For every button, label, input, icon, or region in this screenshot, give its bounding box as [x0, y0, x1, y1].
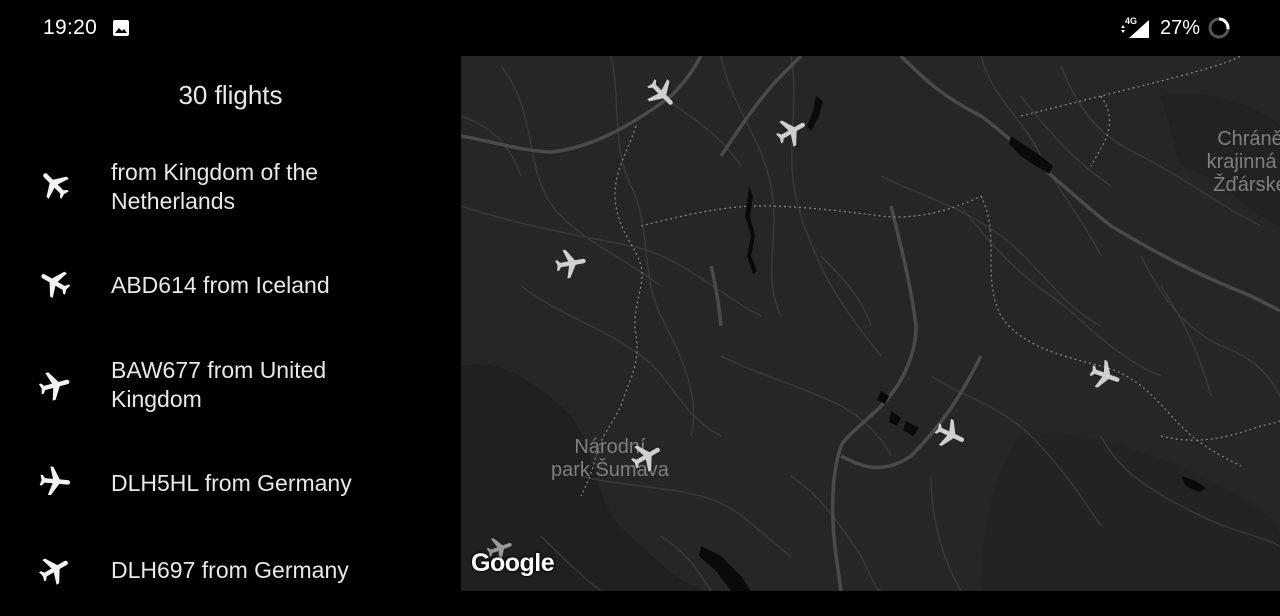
- battery-icon: [1208, 17, 1230, 39]
- flight-list-item[interactable]: from Kingdom of the Netherlands: [0, 156, 461, 236]
- airplane-icon: [38, 372, 70, 401]
- flight-label: DLH697 from Germany: [111, 557, 349, 583]
- flight-list-item[interactable]: BAW677 from United Kingdom: [0, 352, 461, 432]
- status-time: 19:20: [43, 16, 98, 39]
- flight-count-title: 30 flights: [178, 80, 283, 110]
- map-label-protected-area: Chráně krajinná o Žďárské: [1206, 128, 1280, 196]
- airplane-icon[interactable]: [553, 246, 589, 282]
- signal-icon: 4G: [1121, 16, 1149, 38]
- airplane-icon: [39, 466, 71, 496]
- flight-list-item[interactable]: ABD614 from Iceland: [0, 252, 461, 332]
- svg-text:4G: 4G: [1125, 16, 1137, 26]
- flight-list-panel: 30 flights from Kingdom of the Netherlan…: [0, 56, 461, 591]
- airplane-icon[interactable]: [774, 114, 810, 150]
- flight-list-item[interactable]: DLH697 from Germany: [0, 536, 461, 616]
- airplane-icon[interactable]: [629, 439, 665, 475]
- google-attribution: Google: [471, 549, 555, 577]
- airplane-icon[interactable]: [932, 417, 968, 453]
- gallery-icon: [113, 20, 129, 36]
- basemap: [461, 56, 1280, 591]
- flight-label: DLH5HL from Germany: [111, 470, 352, 496]
- flight-label: BAW677 from United Kingdom: [111, 357, 327, 412]
- flight-label: from Kingdom of the Netherlands: [111, 159, 319, 214]
- airplane-icon[interactable]: [643, 76, 679, 112]
- battery-percentage: 27%: [1160, 17, 1201, 39]
- status-bar: 19:20 4G 27%: [0, 0, 1280, 56]
- airplane-icon: [43, 173, 69, 199]
- airplane-icon: [41, 271, 71, 298]
- flight-label: ABD614 from Iceland: [111, 272, 330, 298]
- flight-list-item[interactable]: DLH5HL from Germany: [0, 452, 461, 532]
- map-view[interactable]: Národní park Šumava Chráně krajinná o Žď…: [461, 56, 1280, 591]
- airplane-icon: [39, 558, 68, 585]
- airplane-icon[interactable]: [1087, 358, 1123, 394]
